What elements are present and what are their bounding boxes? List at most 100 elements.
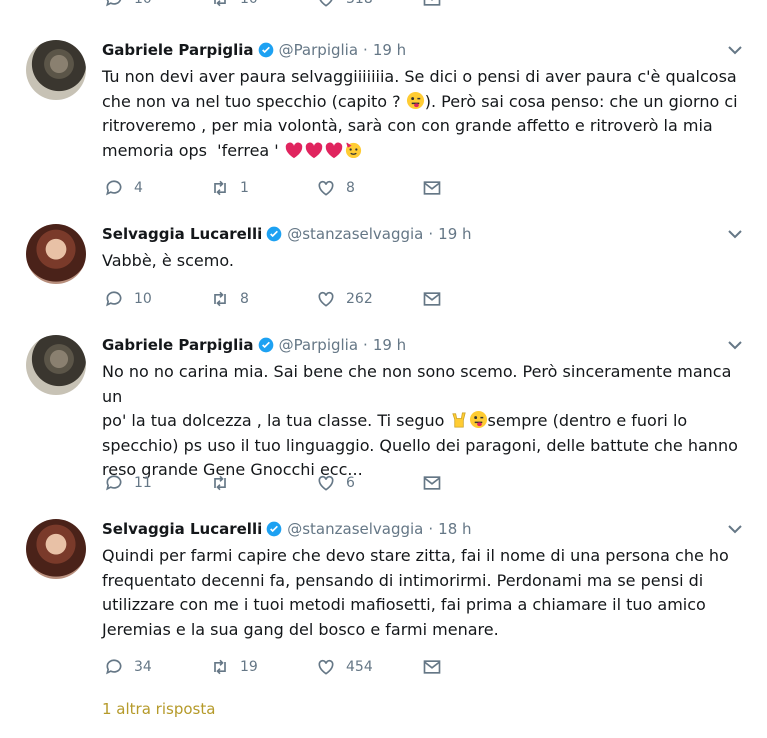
like-icon <box>318 659 334 675</box>
prev-tweet-actions: 10 10 318 <box>104 0 446 10</box>
mail-icon <box>423 476 441 490</box>
mail-icon <box>423 660 441 674</box>
tweet-text: Quindi per farmi capire che devo stare z… <box>102 546 729 639</box>
reply-count: 34 <box>134 659 152 675</box>
retweet-icon <box>214 291 226 307</box>
retweet-icon <box>214 0 226 7</box>
more-replies-link[interactable]: 1 altra risposta <box>102 700 215 718</box>
separator-dot: · <box>363 336 368 354</box>
author-name[interactable]: Gabriele Parpiglia <box>102 336 254 354</box>
tweet-text: Vabbè, è scemo. <box>102 251 234 270</box>
reply-icon <box>106 659 122 675</box>
party-face-emoji-icon <box>345 141 361 158</box>
author-handle[interactable]: @stanzaselvaggia <box>287 225 423 243</box>
reply-action[interactable]: 34 <box>104 657 210 677</box>
reply-count: 10 <box>134 0 152 7</box>
like-count: 454 <box>346 659 373 675</box>
avatar[interactable] <box>26 40 86 100</box>
retweet-count: 8 <box>240 291 249 307</box>
avatar[interactable] <box>26 335 86 395</box>
author-name[interactable]: Selvaggia Lucarelli <box>102 520 262 538</box>
avatar[interactable] <box>26 224 86 284</box>
avatar[interactable] <box>26 519 86 579</box>
reply-count: 11 <box>134 475 152 491</box>
tweet-actions: 10 8 262 <box>104 288 446 310</box>
dm-action[interactable] <box>422 289 446 309</box>
retweet-action[interactable]: 1 <box>210 178 316 198</box>
red-heart-icon <box>325 142 343 158</box>
retweet-action[interactable] <box>210 473 316 493</box>
mail-icon <box>423 292 441 306</box>
tweet-text: No no no carina mia. Sai bene che non so… <box>102 362 738 479</box>
author-name[interactable]: Selvaggia Lucarelli <box>102 225 262 243</box>
retweet-icon <box>214 659 226 675</box>
author-handle[interactable]: @Parpiglia <box>279 336 358 354</box>
dm-action[interactable] <box>422 178 446 198</box>
chevron-down-icon[interactable] <box>727 523 743 535</box>
like-icon <box>318 291 334 307</box>
retweet-action[interactable]: 19 <box>210 657 316 677</box>
reply-icon <box>106 0 122 7</box>
retweet-action[interactable]: 10 <box>210 0 316 9</box>
rock-hand-emoji-icon <box>451 412 466 428</box>
retweet-icon <box>214 180 226 196</box>
retweet-count: 10 <box>240 0 258 7</box>
winking-tongue-emoji-icon <box>406 91 424 109</box>
reply-icon <box>106 180 122 196</box>
tweet-actions: 11 6 <box>104 472 446 494</box>
reply-action[interactable]: 4 <box>104 178 210 198</box>
dm-action[interactable] <box>422 657 446 677</box>
separator-dot: · <box>428 225 434 243</box>
retweet-icon <box>214 475 226 491</box>
timestamp[interactable]: 18 h <box>438 520 471 538</box>
tweet-actions: 34 19 454 <box>104 656 446 678</box>
like-action[interactable]: 454 <box>316 657 422 677</box>
chevron-down-icon[interactable] <box>727 228 743 240</box>
tweet-header: Selvaggia Lucarelli @stanzaselvaggia · 1… <box>102 519 472 539</box>
timestamp[interactable]: 19 h <box>373 41 406 59</box>
reply-icon <box>106 291 122 307</box>
reply-action[interactable]: 10 <box>104 289 210 309</box>
tweet-header: Selvaggia Lucarelli @stanzaselvaggia · 1… <box>102 224 472 244</box>
like-count: 318 <box>346 0 373 7</box>
like-action[interactable]: 318 <box>316 0 422 9</box>
chevron-down-icon[interactable] <box>727 44 743 56</box>
mail-icon <box>423 181 441 195</box>
author-handle[interactable]: @Parpiglia <box>279 41 358 59</box>
verified-icon <box>266 226 282 242</box>
like-icon <box>318 475 334 491</box>
retweet-action[interactable]: 8 <box>210 289 316 309</box>
like-count: 8 <box>346 180 355 196</box>
chevron-down-icon[interactable] <box>727 339 743 351</box>
timestamp[interactable]: 19 h <box>373 336 406 354</box>
reply-count: 10 <box>134 291 152 307</box>
retweet-count: 19 <box>240 659 258 675</box>
winking-tongue-emoji-icon <box>469 410 487 429</box>
tweet-header: Gabriele Parpiglia @Parpiglia · 19 h <box>102 40 406 60</box>
timestamp[interactable]: 19 h <box>438 225 471 243</box>
tweet-text: Tu non devi aver paura selvaggiiiiiiia. … <box>102 67 738 160</box>
like-icon <box>318 180 334 196</box>
author-handle[interactable]: @stanzaselvaggia <box>287 520 423 538</box>
separator-dot: · <box>428 520 434 538</box>
red-heart-icon <box>305 142 323 158</box>
author-name[interactable]: Gabriele Parpiglia <box>102 41 254 59</box>
like-count: 262 <box>346 291 373 307</box>
reply-action[interactable]: 11 <box>104 473 210 493</box>
mail-icon <box>423 0 441 6</box>
like-icon <box>319 0 333 7</box>
separator-dot: · <box>363 41 368 59</box>
tweet-actions: 4 1 8 <box>104 177 446 199</box>
like-action[interactable]: 6 <box>316 473 422 493</box>
dm-action[interactable] <box>422 0 446 9</box>
like-count: 6 <box>346 475 355 491</box>
reply-icon <box>106 475 122 491</box>
reply-action[interactable]: 10 <box>104 0 210 9</box>
retweet-count: 1 <box>240 180 249 196</box>
like-action[interactable]: 8 <box>316 178 422 198</box>
like-action[interactable]: 262 <box>316 289 422 309</box>
verified-icon <box>258 42 273 58</box>
dm-action[interactable] <box>422 473 446 493</box>
reply-count: 4 <box>134 180 143 196</box>
tweet-header: Gabriele Parpiglia @Parpiglia · 19 h <box>102 335 406 355</box>
